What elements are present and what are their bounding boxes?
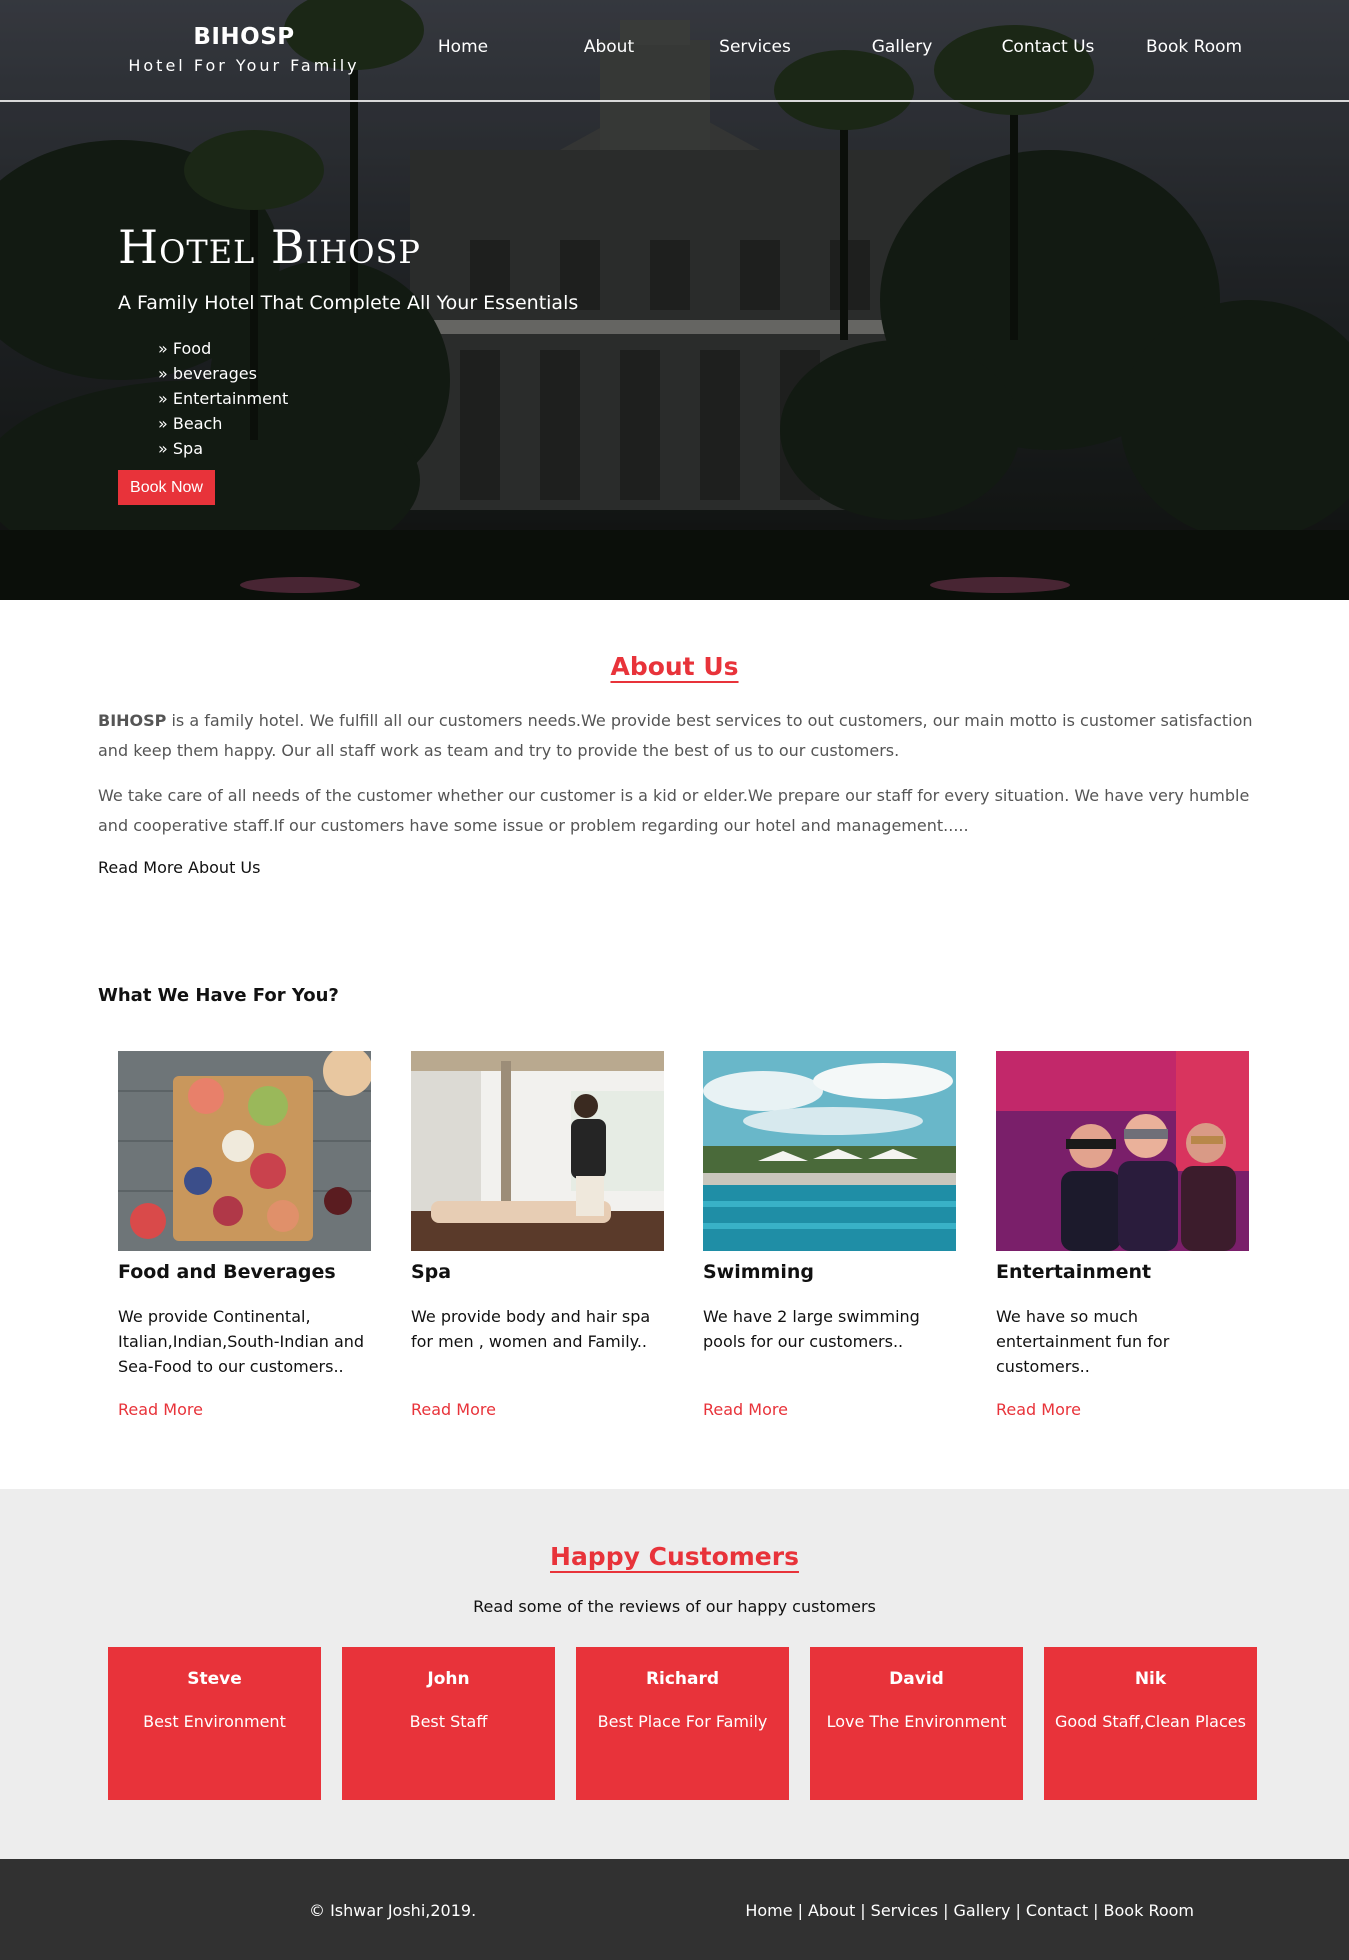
review-card: Richard Best Place For Family (576, 1647, 789, 1800)
footer-separator: | (797, 1901, 803, 1920)
review-text: Best Place For Family (597, 1712, 768, 1731)
footer-link-book-room[interactable]: Book Room (1104, 1901, 1194, 1920)
read-more-link[interactable]: Read More (703, 1400, 956, 1419)
reviewer-name: John (427, 1669, 470, 1689)
service-card-spa: Spa We provide body and hair spa for men… (411, 1051, 664, 1419)
nav-about[interactable]: About (534, 37, 684, 57)
hero-feature-item: » Spa (158, 439, 203, 458)
footer-link-home[interactable]: Home (745, 1901, 792, 1920)
footer: © Ishwar Joshi,2019. Home | About | Services… (0, 1859, 1349, 1960)
service-card-entertainment: Entertainment We have so much entertainm… (996, 1051, 1249, 1419)
service-description: We have 2 large swimming pools for our c… (703, 1307, 920, 1351)
hero-subtitle: A Family Hotel That Complete All Your Es… (118, 292, 579, 314)
footer-links: Home | About | Services | Gallery | Contact | Book… (745, 1901, 1194, 1920)
about-paragraph-1-text: is a family hotel. We fulfill all our cu… (98, 711, 1253, 760)
brand-logo[interactable]: BIHOSP Hotel For Your Family (128, 24, 360, 75)
hero-content: Hotel Bihosp A Family Hotel That Complet… (118, 220, 578, 461)
customers-subtitle: Read some of the reviews of our happy cu… (473, 1597, 876, 1616)
hero-section: BIHOSP Hotel For Your Family Home About … (0, 0, 1349, 600)
nav-home[interactable]: Home (388, 37, 538, 57)
brand-tagline: Hotel For Your Family (128, 56, 360, 75)
spa-image (411, 1051, 664, 1251)
nav-contact-us[interactable]: Contact Us (973, 37, 1123, 57)
read-more-link[interactable]: Read More (411, 1400, 664, 1419)
footer-separator: | (860, 1901, 866, 1920)
reviewer-name: David (889, 1669, 944, 1689)
hero-feature-item: » Food (158, 339, 212, 358)
footer-link-services[interactable]: Services (871, 1901, 938, 1920)
hero-feature-item: » beverages (158, 364, 257, 383)
service-title: Swimming (703, 1261, 814, 1283)
about-paragraph-1: BIHOSP is a family hotel. We fulfill all… (98, 706, 1258, 766)
nav-services[interactable]: Services (680, 37, 830, 57)
book-now-button[interactable]: Book Now (118, 470, 215, 505)
about-title: About Us (610, 652, 739, 681)
review-card: Nik Good Staff,Clean Places (1044, 1647, 1257, 1800)
footer-separator: | (943, 1901, 949, 1920)
copyright-text: © Ishwar Joshi,2019. (309, 1901, 477, 1920)
hero-feature-list: » Food » beverages » Entertainment » Bea… (158, 336, 578, 461)
review-text: Love The Environment (826, 1712, 1007, 1731)
services-title: What We Have For You? (98, 985, 339, 1006)
read-more-link[interactable]: Read More (996, 1400, 1249, 1419)
entertainment-image (996, 1051, 1249, 1251)
footer-link-gallery[interactable]: Gallery (954, 1901, 1011, 1920)
service-description: We provide Continental, Italian,Indian,S… (118, 1307, 365, 1376)
read-more-about-link[interactable]: Read More About Us (98, 858, 260, 877)
food-image (118, 1046, 373, 1251)
review-text: Best Staff (409, 1712, 488, 1731)
service-card-swimming: Swimming We have 2 large swimming pools … (703, 1051, 956, 1419)
read-more-link[interactable]: Read More (118, 1400, 371, 1419)
service-title: Food and Beverages (118, 1261, 336, 1283)
footer-link-contact[interactable]: Contact (1026, 1901, 1088, 1920)
review-text: Best Environment (143, 1712, 286, 1731)
service-description: We provide body and hair spa for men , w… (411, 1307, 651, 1351)
footer-link-about[interactable]: About (808, 1901, 855, 1920)
nav-gallery[interactable]: Gallery (827, 37, 977, 57)
reviewer-name: Richard (645, 1669, 720, 1689)
about-brand-strong: BIHOSP (98, 711, 167, 730)
navbar: BIHOSP Hotel For Your Family Home About … (0, 0, 1349, 102)
review-card: John Best Staff (342, 1647, 555, 1800)
nav-book-room[interactable]: Book Room (1119, 37, 1269, 57)
swimming-pool-image (703, 1051, 956, 1251)
service-card-food: Food and Beverages We provide Continenta… (118, 1046, 373, 1419)
hero-feature-item: » Entertainment (158, 389, 289, 408)
customers-title: Happy Customers (550, 1542, 799, 1571)
footer-separator: | (1093, 1901, 1099, 1920)
service-description: We have so much entertainment fun for cu… (996, 1307, 1170, 1376)
service-title: Entertainment (996, 1261, 1152, 1283)
hero-title: Hotel Bihosp (118, 220, 421, 274)
brand-name: BIHOSP (193, 24, 295, 50)
reviewer-name: Steve (187, 1669, 242, 1689)
reviewer-name: Nik (1134, 1669, 1167, 1689)
about-paragraph-2: We take care of all needs of the custome… (98, 786, 1250, 835)
review-text: Good Staff,Clean Places (1055, 1712, 1246, 1731)
review-card: Steve Best Environment (108, 1647, 321, 1800)
review-card: David Love The Environment (810, 1647, 1023, 1800)
service-title: Spa (411, 1261, 452, 1283)
hero-feature-item: » Beach (158, 414, 223, 433)
footer-separator: | (1015, 1901, 1021, 1920)
